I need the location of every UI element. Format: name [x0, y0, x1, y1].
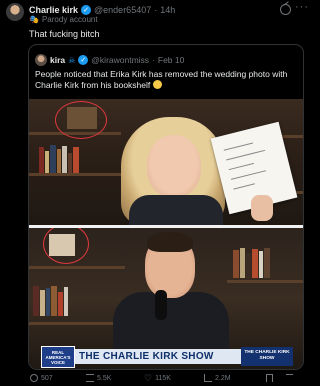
bookshelf: [29, 266, 125, 269]
hand: [251, 195, 273, 221]
like-count: 115K: [155, 374, 171, 382]
verified-badge-icon: ✓: [81, 5, 92, 15]
bookshelf: [227, 280, 303, 283]
repost-button[interactable]: 5.5K: [86, 374, 111, 382]
author-name[interactable]: Charlie kirk: [29, 5, 78, 15]
bookmark-button[interactable]: [266, 374, 273, 382]
heart-icon: ♡: [144, 373, 153, 383]
post-time[interactable]: 14h: [160, 5, 175, 15]
quoted-author-handle[interactable]: @kirawontmiss: [91, 55, 149, 65]
grok-icon[interactable]: [280, 4, 291, 15]
views-icon: [204, 374, 212, 382]
parody-label: 🎭 Parody account: [29, 15, 98, 24]
lower-third-banner: REAL AMERICA'S VOICE THE CHARLIE KIRK SH…: [29, 344, 303, 369]
quoted-post[interactable]: kira ☠ ✓ @kirawontmiss · Feb 10 People n…: [28, 44, 304, 370]
books: [33, 286, 119, 316]
verified-badge-icon: ✓: [78, 55, 89, 65]
share-button[interactable]: [286, 374, 293, 382]
parody-label-text: Parody account: [41, 15, 98, 24]
highlight-circle: [43, 228, 89, 264]
views-button[interactable]: 2.2M: [204, 374, 231, 382]
mask-icon: 🎭: [29, 15, 39, 24]
show-logo: THE CHARLIE KIRK SHOW: [241, 347, 293, 366]
more-options-button[interactable]: ···: [295, 1, 309, 13]
highlight-circle: [55, 101, 107, 139]
quoted-author-avatar[interactable]: [35, 54, 47, 66]
smiling-face-emoji-icon: [152, 80, 162, 89]
emoji-icon: ☠: [68, 55, 76, 65]
post-text: That fucking bitch: [29, 29, 100, 39]
bookmark-icon: [266, 374, 273, 382]
quoted-post-header: kira ☠ ✓ @kirawontmiss · Feb 10: [35, 54, 184, 66]
quoted-post-text-wrap: People noticed that Erika Kirk has remov…: [35, 69, 297, 91]
microphone: [155, 290, 167, 320]
separator-dot: ·: [154, 5, 158, 15]
woman-face: [147, 135, 201, 197]
video-frame-top: [29, 99, 303, 225]
quoted-post-date[interactable]: Feb 10: [158, 55, 184, 65]
bookshelf: [29, 173, 121, 176]
reply-button[interactable]: 507: [30, 374, 53, 382]
reply-icon: [30, 374, 38, 382]
bookshelf: [29, 322, 119, 325]
woman-body: [129, 195, 223, 225]
author-avatar[interactable]: [6, 3, 24, 21]
repost-count: 5.5K: [97, 374, 112, 382]
man-hair: [147, 232, 193, 252]
video-frame-bottom: REAL AMERICA'S VOICE THE CHARLIE KIRK SH…: [29, 228, 303, 369]
post: Charlie kirk ✓ @ender65407 · 14h 🎭 Parod…: [0, 0, 314, 384]
video-player[interactable]: REAL AMERICA'S VOICE THE CHARLIE KIRK SH…: [29, 99, 303, 369]
author-handle[interactable]: @ender65407: [94, 5, 151, 15]
quoted-author-name[interactable]: kira: [50, 55, 65, 65]
action-bar: 507 5.5K ♡ 115K 2.2M: [28, 374, 308, 386]
books: [39, 143, 119, 173]
show-title-bar: THE CHARLIE KIRK SHOW: [75, 349, 241, 364]
books: [233, 248, 303, 278]
view-count: 2.2M: [215, 374, 231, 382]
share-icon: [286, 374, 293, 382]
separator-dot: ·: [152, 55, 155, 65]
like-button[interactable]: ♡ 115K: [144, 373, 171, 383]
repost-icon: [86, 374, 94, 382]
reply-count: 507: [41, 374, 53, 382]
channel-logo: REAL AMERICA'S VOICE: [41, 346, 75, 368]
